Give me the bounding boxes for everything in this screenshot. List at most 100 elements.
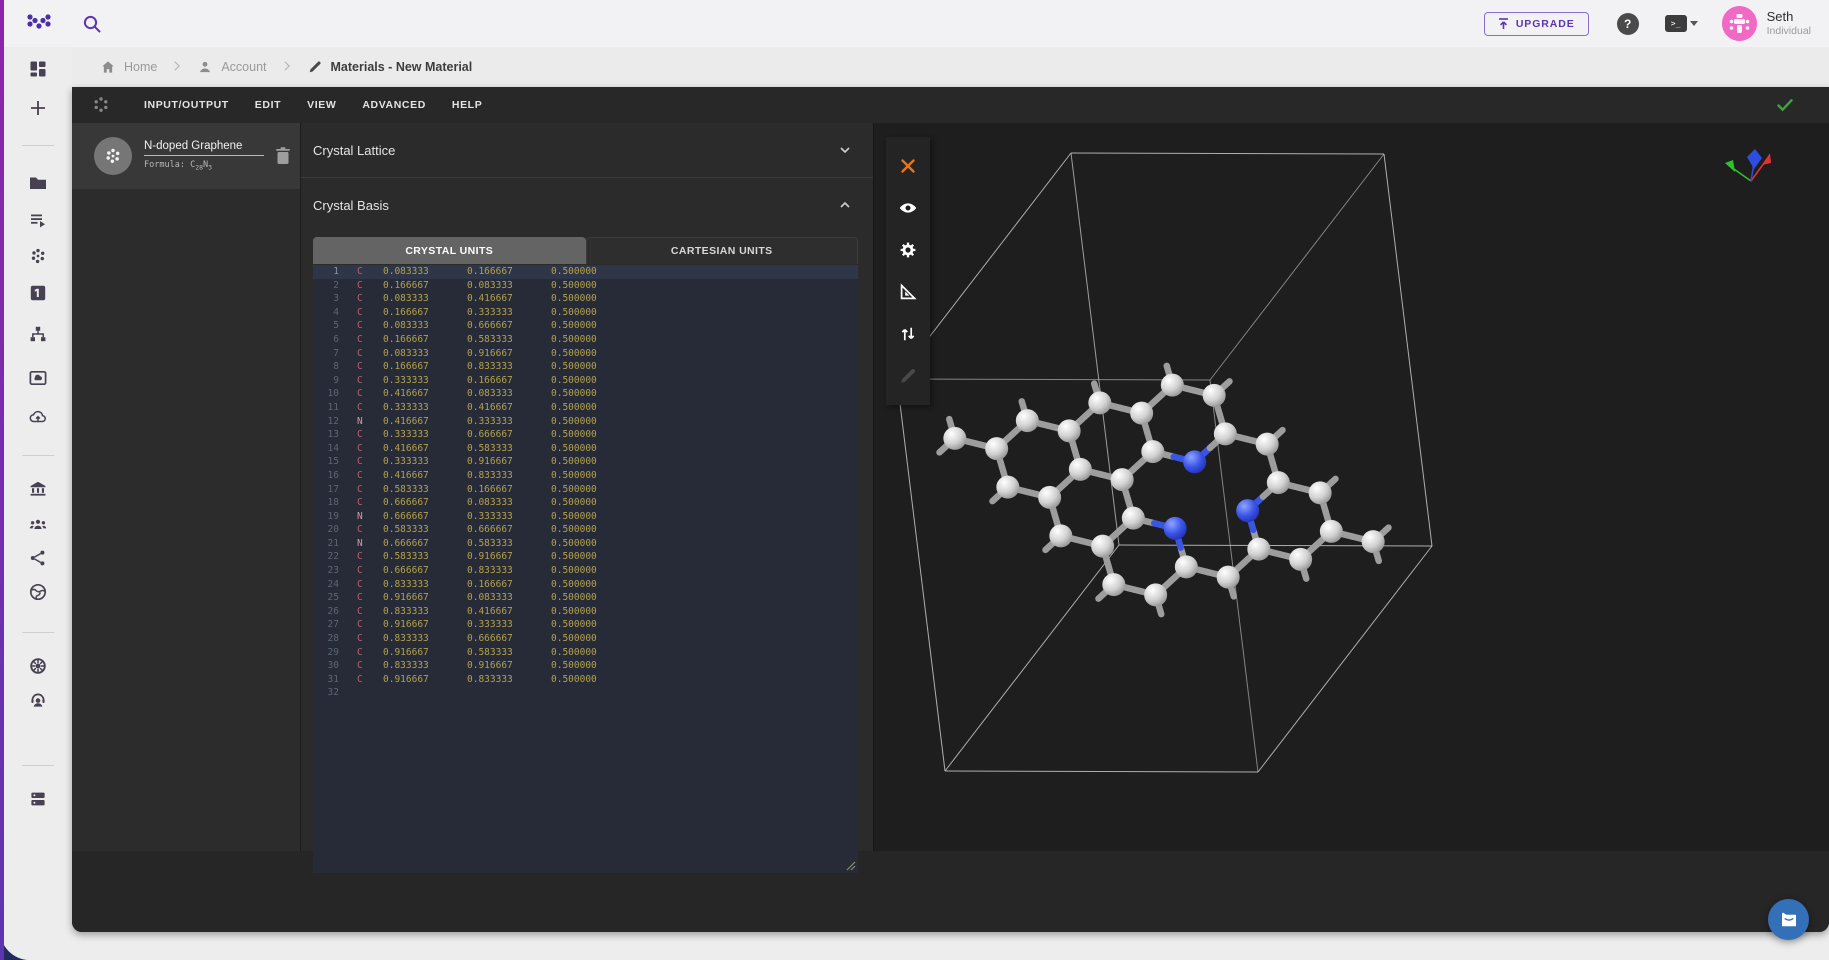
viewer-tool-swap-vertical[interactable]	[898, 324, 918, 344]
menu-bar: INPUT/OUTPUT EDIT VIEW ADVANCED HELP	[72, 87, 1829, 123]
material-name-input[interactable]: N-doped Graphene	[144, 140, 264, 156]
console-menu-button[interactable]: >_	[1665, 15, 1698, 32]
line-number: 9	[313, 374, 339, 388]
line-number: 32	[313, 686, 339, 700]
coord-x: 0.666667	[383, 537, 467, 551]
line-number: 17	[313, 483, 339, 497]
editor-line: 13C0.3333330.6666670.500000	[313, 428, 858, 442]
menu-input-output[interactable]: INPUT/OUTPUT	[144, 99, 229, 111]
line-number: 24	[313, 578, 339, 592]
upgrade-label: UPGRADE	[1516, 18, 1575, 30]
coord-z: 0.500000	[551, 618, 635, 632]
coord-y: 0.083333	[467, 496, 551, 510]
material-designer-panel: INPUT/OUTPUT EDIT VIEW ADVANCED HELP	[72, 87, 1829, 932]
editor-line: 10C0.4166670.0833330.500000	[313, 387, 858, 401]
help-icon[interactable]: ?	[1617, 13, 1639, 35]
coord-z: 0.500000	[551, 632, 635, 646]
sidebar-item-molecule[interactable]	[28, 246, 48, 266]
sidebar-item-bank[interactable]	[28, 478, 48, 498]
sidebar-item-dashboard[interactable]	[28, 59, 48, 79]
sidebar-item-playlist[interactable]	[28, 210, 48, 230]
element-symbol: C	[357, 564, 383, 578]
menu-edit[interactable]: EDIT	[255, 99, 281, 111]
delete-material-button[interactable]	[274, 146, 292, 166]
line-number: 8	[313, 360, 339, 374]
coord-x: 0.333333	[383, 455, 467, 469]
sidebar-item-folder[interactable]	[28, 173, 48, 193]
sidebar-item-flowchart[interactable]	[28, 324, 48, 344]
terminal-icon: >_	[1665, 15, 1687, 32]
crystal-basis-header[interactable]: Crystal Basis	[301, 178, 873, 232]
coord-x: 0.416667	[383, 415, 467, 429]
tab-cartesian-units[interactable]: CARTESIAN UNITS	[586, 237, 859, 264]
coord-z: 0.500000	[551, 537, 635, 551]
mat3ra-logo[interactable]	[26, 12, 52, 36]
coord-x: 0.583333	[383, 483, 467, 497]
coord-x: 0.916667	[383, 673, 467, 687]
coord-x: 0.583333	[383, 550, 467, 564]
editor-line: 3C0.0833330.4166670.500000	[313, 292, 858, 306]
element-symbol: C	[357, 578, 383, 592]
sidebar-item-people[interactable]	[28, 514, 48, 534]
coord-x: 0.583333	[383, 523, 467, 537]
formula-value: C28N3	[190, 160, 212, 170]
menu-advanced[interactable]: ADVANCED	[362, 99, 426, 111]
element-symbol: C	[357, 632, 383, 646]
tab-crystal-units[interactable]: CRYSTAL UNITS	[313, 237, 586, 264]
material-list-item[interactable]: N-doped Graphene Formula: C28N3	[72, 123, 300, 189]
editor-line: 31C0.9166670.8333330.500000	[313, 673, 858, 687]
viewer-tool-eye[interactable]	[898, 198, 918, 218]
crystal-lattice-label: Crystal Lattice	[313, 143, 395, 158]
viewer-tool-set-square[interactable]	[898, 282, 918, 302]
resize-grip[interactable]	[844, 859, 856, 871]
sidebar-item-image[interactable]	[28, 368, 48, 388]
sidebar-item-support-wheel[interactable]	[28, 656, 48, 676]
sidebar-item-cloud-upload[interactable]	[28, 407, 48, 427]
user-plan: Individual	[1767, 25, 1811, 38]
coord-y: 0.583333	[467, 442, 551, 456]
structure-3d-scene[interactable]	[874, 123, 1829, 851]
line-number: 14	[313, 442, 339, 456]
element-symbol: C	[357, 550, 383, 564]
chat-launcher[interactable]	[1768, 899, 1809, 940]
upgrade-button[interactable]: UPGRADE	[1484, 12, 1589, 36]
viewer-tool-close[interactable]	[898, 156, 918, 176]
search-icon[interactable]	[80, 12, 104, 36]
crystal-basis-editor[interactable]: 1C0.0833330.1666670.5000002C0.1666670.08…	[313, 265, 858, 873]
app-footer	[72, 887, 1829, 932]
line-number: 29	[313, 646, 339, 660]
axes-gizmo[interactable]	[1721, 141, 1781, 189]
breadcrumb-home[interactable]: Home	[100, 59, 157, 75]
viewer-panel[interactable]	[874, 123, 1829, 851]
menu-view[interactable]: VIEW	[307, 99, 336, 111]
breadcrumb-account[interactable]: Account	[197, 59, 266, 75]
sidebar-item-globe[interactable]	[28, 582, 48, 602]
editor-line: 16C0.4166670.8333330.500000	[313, 469, 858, 483]
menu-help[interactable]: HELP	[452, 99, 482, 111]
coord-z: 0.500000	[551, 483, 635, 497]
sidebar-divider	[22, 455, 54, 456]
viewer-tool-settings[interactable]	[898, 240, 918, 260]
coord-y: 0.333333	[467, 510, 551, 524]
crystal-lattice-header[interactable]: Crystal Lattice	[301, 123, 873, 177]
coord-y: 0.416667	[467, 605, 551, 619]
coord-z: 0.500000	[551, 292, 635, 306]
coord-x: 0.916667	[383, 646, 467, 660]
sidebar-item-plus[interactable]	[28, 98, 48, 118]
coord-y: 0.833333	[467, 469, 551, 483]
viewer-tool-pencil[interactable]	[898, 366, 918, 386]
coord-x: 0.333333	[383, 401, 467, 415]
coord-z: 0.500000	[551, 564, 635, 578]
coord-y: 0.333333	[467, 306, 551, 320]
avatar[interactable]	[1722, 6, 1757, 41]
coord-x: 0.166667	[383, 279, 467, 293]
element-symbol: C	[357, 591, 383, 605]
sidebar-item-looks-one[interactable]	[28, 283, 48, 303]
element-symbol: C	[357, 292, 383, 306]
breadcrumb-label: Materials - New Material	[331, 60, 473, 74]
sidebar-item-share[interactable]	[28, 548, 48, 568]
editor-line: 27C0.9166670.3333330.500000	[313, 618, 858, 632]
sidebar-item-headset[interactable]	[28, 690, 48, 710]
coord-z: 0.500000	[551, 455, 635, 469]
sidebar-item-servers[interactable]	[28, 789, 48, 809]
